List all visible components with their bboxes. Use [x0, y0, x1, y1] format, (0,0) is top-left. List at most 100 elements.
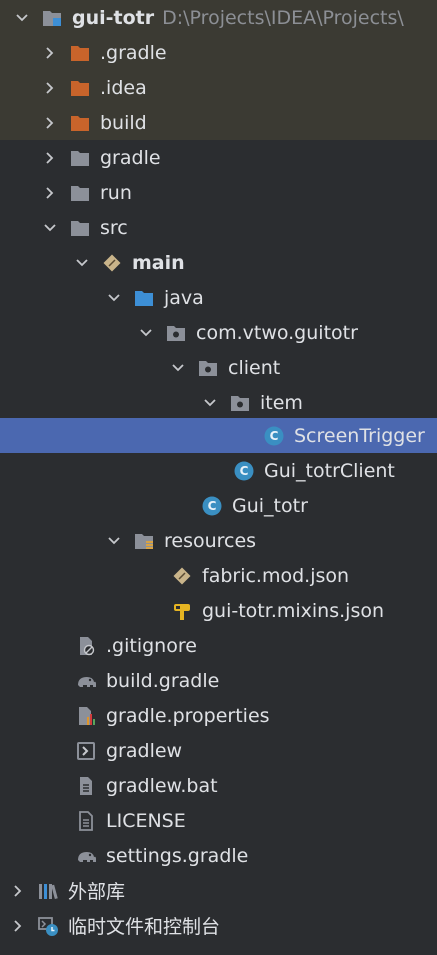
tree-label: 临时文件和控制台 [68, 916, 221, 938]
chevron-down-icon[interactable] [74, 255, 90, 271]
chevron-down-icon[interactable] [14, 10, 30, 26]
tree-label: gradle [100, 146, 161, 169]
tree-label: client [228, 356, 281, 379]
chevron-right-icon[interactable] [42, 150, 58, 166]
tree-row-gui-totrclient[interactable]: C Gui_totrClient [0, 453, 437, 488]
tree-label: Gui_totrClient [264, 459, 395, 482]
resources-folder-icon [132, 529, 156, 553]
tree-row-fabric-mod-json[interactable]: fabric.mod.json [0, 558, 437, 593]
tree-label: LICENSE [106, 809, 186, 832]
license-file-icon [74, 809, 98, 833]
tree-label: build.gradle [106, 669, 220, 692]
tree-label: settings.gradle [106, 844, 249, 867]
chevron-down-icon[interactable] [42, 220, 58, 236]
tree-row-external-libraries[interactable]: 外部库 [0, 873, 437, 908]
tree-row-gradlew[interactable]: gradlew [0, 733, 437, 768]
package-icon [196, 356, 220, 380]
tree-row-build-gradle[interactable]: build.gradle [0, 663, 437, 698]
chevron-down-icon[interactable] [138, 325, 154, 341]
tree-label: gradlew [106, 739, 183, 762]
chevron-down-icon[interactable] [106, 533, 122, 549]
tree-label: build [100, 111, 147, 134]
tree-row-gradle-cache[interactable]: .gradle [0, 35, 437, 70]
tree-row-client[interactable]: client [0, 350, 437, 385]
tree-row-gui-totr-class[interactable]: C Gui_totr [0, 488, 437, 523]
properties-file-icon [74, 704, 98, 728]
chevron-right-icon[interactable] [42, 115, 58, 131]
tree-label: item [260, 391, 303, 414]
chevron-down-icon[interactable] [106, 290, 122, 306]
mixin-json-icon [170, 599, 194, 623]
class-icon: C [232, 459, 256, 483]
package-icon [228, 391, 252, 415]
chevron-right-icon[interactable] [42, 80, 58, 96]
tree-label: gradle.properties [106, 704, 270, 727]
tree-label: .idea [100, 76, 147, 99]
tree-row-src[interactable]: src [0, 210, 437, 245]
gradle-elephant-icon [74, 844, 98, 868]
class-icon: C [262, 424, 286, 448]
tree-row-gradle[interactable]: gradle [0, 140, 437, 175]
chevron-right-icon[interactable] [10, 918, 26, 934]
chevron-right-icon[interactable] [42, 45, 58, 61]
text-file-icon [74, 774, 98, 798]
tree-label: Gui_totr [232, 494, 308, 517]
tree-row-idea[interactable]: .idea [0, 70, 437, 105]
tree-row-java[interactable]: java [0, 280, 437, 315]
tree-row-scratches[interactable]: 临时文件和控制台 [0, 908, 437, 943]
tree-label: run [100, 181, 132, 204]
tree-row-gitignore[interactable]: .gitignore [0, 628, 437, 663]
tree-row-gradle-properties[interactable]: gradle.properties [0, 698, 437, 733]
tree-row-resources[interactable]: resources [0, 523, 437, 558]
folder-icon [68, 146, 92, 170]
chevron-right-icon[interactable] [42, 185, 58, 201]
tree-label: gradlew.bat [106, 774, 218, 797]
tree-row-main[interactable]: main [0, 245, 437, 280]
tree-label: fabric.mod.json [202, 564, 350, 587]
tree-label: main [132, 251, 185, 274]
tree-label: resources [164, 529, 257, 552]
tree-row-license[interactable]: LICENSE [0, 803, 437, 838]
tree-row-item[interactable]: item [0, 385, 437, 420]
tree-label: src [100, 216, 128, 239]
tree-row-settings-gradle[interactable]: settings.gradle [0, 838, 437, 873]
folder-excluded-icon [68, 111, 92, 135]
gitignore-file-icon [74, 634, 98, 658]
chevron-down-icon[interactable] [170, 360, 186, 376]
tree-label: com.vtwo.guitotr [196, 321, 358, 344]
json-file-icon [170, 564, 194, 588]
tree-row-screentrigger[interactable]: C ScreenTrigger [0, 418, 437, 453]
chevron-right-icon[interactable] [10, 883, 26, 899]
project-tree: gui-totr D:\Projects\IDEA\Projects\ .gra… [0, 0, 437, 955]
svg-text:C: C [240, 464, 249, 478]
source-root-folder-icon [132, 286, 156, 310]
tree-label: .gitignore [106, 634, 197, 657]
project-name: gui-totr [72, 6, 155, 29]
tree-row-mixins-json[interactable]: gui-totr.mixins.json [0, 593, 437, 628]
folder-excluded-icon [68, 41, 92, 65]
tree-label: gui-totr.mixins.json [202, 599, 385, 622]
project-path: D:\Projects\IDEA\Projects\ [162, 6, 404, 29]
class-icon: C [200, 494, 224, 518]
tree-label: .gradle [100, 41, 167, 64]
chevron-down-icon[interactable] [202, 395, 218, 411]
external-libraries-icon [36, 879, 60, 903]
tree-row-com-vtwo-guitotr[interactable]: com.vtwo.guitotr [0, 315, 437, 350]
svg-text:C: C [208, 499, 217, 513]
tree-row-gradlew-bat[interactable]: gradlew.bat [0, 768, 437, 803]
tree-row-run[interactable]: run [0, 175, 437, 210]
module-folder-icon [40, 6, 64, 30]
folder-icon [68, 181, 92, 205]
gradle-elephant-icon [74, 669, 98, 693]
tree-row-build[interactable]: build [0, 105, 437, 140]
source-set-icon [100, 251, 124, 275]
shell-script-icon [74, 739, 98, 763]
tree-label: java [164, 286, 204, 309]
tree-label: 外部库 [68, 881, 126, 903]
package-icon [164, 321, 188, 345]
folder-icon [68, 216, 92, 240]
tree-row-gui-totr[interactable]: gui-totr D:\Projects\IDEA\Projects\ [0, 0, 437, 35]
tree-label: ScreenTrigger [294, 424, 425, 447]
svg-text:C: C [270, 429, 279, 443]
scratches-icon [36, 914, 60, 938]
